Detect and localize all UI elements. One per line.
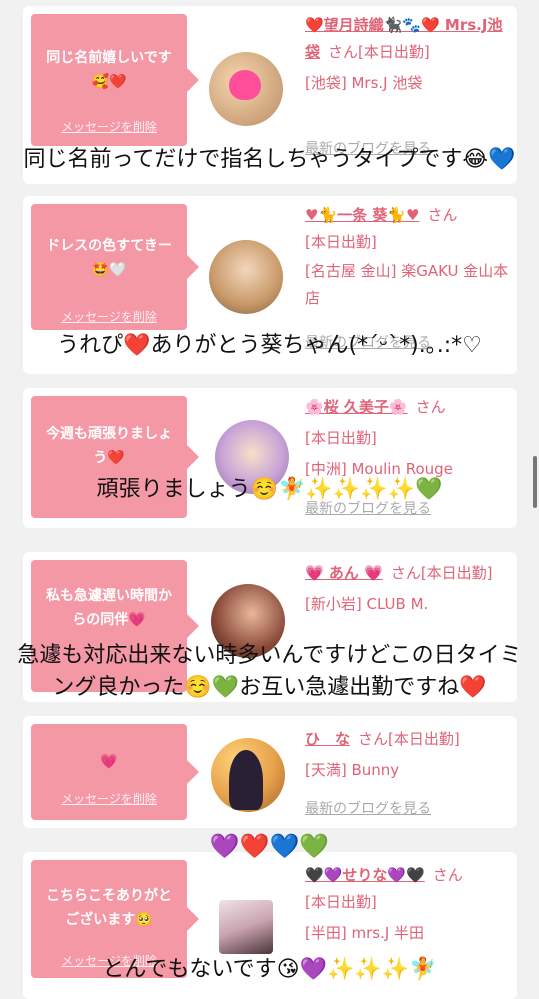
work-status: [本日出勤] [305, 429, 377, 447]
cast-info: 💗 あん 💗 さん[本日出勤] [新小岩] CLUB M. [305, 560, 510, 618]
message-text: 💗 [100, 754, 118, 770]
work-status: [本日出勤] [358, 43, 430, 61]
work-status: [本日出勤] [305, 893, 377, 911]
shop-info: [池袋] Mrs.J 池袋 [305, 74, 423, 92]
delete-message-link[interactable]: メッセージを削除 [31, 118, 187, 135]
overlay-comment: 急遽も対応出来ない時多いんですけどこの日タイミング良かった☺️💚お互い急遽出勤で… [17, 643, 522, 700]
message-bubble: 同じ名前嬉しいです🥰❤️ メッセージを削除 [31, 14, 199, 146]
message-text: 同じ名前嬉しいです🥰❤️ [46, 50, 172, 90]
work-status: [本日出勤] [388, 730, 460, 748]
shop-info: [天満] Bunny [305, 761, 400, 779]
overlay-comment: うれぴ❤️ありがとう葵ちゃん(*ˊᵕˋ*).｡.:*♡ [57, 333, 482, 358]
shop-info: [新小岩] CLUB M. [305, 595, 429, 613]
shop-info: [半田] mrs.J 半田 [305, 924, 425, 942]
latest-blog-link[interactable]: 最新のブログを見る [305, 798, 431, 818]
delete-message-link[interactable]: メッセージを削除 [31, 308, 187, 325]
san-label: さん [427, 206, 458, 224]
message-bubble: 💗 メッセージを削除 [31, 724, 199, 820]
overlay-comment: とんでもないです😘💜✨✨✨🧚 [102, 957, 437, 982]
avatar[interactable] [209, 52, 283, 126]
message-card: 💗 メッセージを削除 ひ なさん[本日出勤] [天満] Bunny 最新のブログ… [23, 716, 517, 828]
heart-icon [229, 70, 261, 100]
avatar[interactable] [211, 738, 285, 812]
message-text: 今週も頑張りましょう❤️ [46, 426, 172, 466]
cast-info: 🖤💜せりな💜🖤 さん [本日出勤] [半田] mrs.J 半田 [305, 862, 510, 947]
san-label: さん [415, 398, 446, 416]
cast-info: ♥🐈一条 葵🐈♥ さん [本日出勤] [名古屋 金山] 楽GAKU 金山本店 [305, 202, 510, 312]
cast-info: ❤️望月詩織🐈‍⬛🐾❤️ Mrs.J池袋 さん[本日出勤] [池袋] Mrs.J … [305, 12, 510, 97]
cast-name-link[interactable]: 🌸桜 久美子🌸 [305, 398, 408, 416]
cast-name-link[interactable]: ひ な [305, 730, 350, 748]
work-status: [本日出勤] [305, 233, 377, 251]
cast-info: ひ なさん[本日出勤] [天満] Bunny [305, 726, 510, 784]
shop-info: [名古屋 金山] 楽GAKU 金山本店 [305, 262, 509, 307]
silhouette-icon [229, 750, 263, 810]
message-text: こちらこそありがとございます🥺 [46, 888, 172, 928]
san-label: さん [390, 564, 421, 582]
message-text: 私も急遽遅い時間からの同伴💗 [46, 588, 172, 628]
avatar[interactable] [219, 900, 273, 954]
message-bubble: ドレスの色すてきー🤩🤍 メッセージを削除 [31, 204, 199, 330]
overlay-comment: 頑張りましょう☺️🧚✨✨✨✨💚 [96, 477, 443, 502]
cast-name-link[interactable]: 🖤💜せりな💜🖤 [305, 866, 425, 884]
san-label: さん [432, 866, 463, 884]
message-card: 今週も頑張りましょう❤️ 🌸桜 久美子🌸 さん [本日出勤] [中洲] Mouli… [23, 388, 517, 528]
message-text: ドレスの色すてきー🤩🤍 [46, 238, 172, 278]
cast-name-link[interactable]: 💗 あん 💗 [305, 564, 383, 582]
avatar[interactable] [209, 240, 283, 314]
san-label: さん [358, 730, 389, 748]
san-label: さん [328, 43, 359, 61]
cast-info: 🌸桜 久美子🌸 さん [本日出勤] [中洲] Moulin Rouge [305, 394, 510, 483]
work-status: [本日出勤] [420, 564, 493, 582]
cast-name-link[interactable]: ♥🐈一条 葵🐈♥ [305, 206, 419, 224]
overlay-hearts: 💜❤️💙💚 [209, 832, 330, 860]
delete-message-link[interactable]: メッセージを削除 [31, 790, 187, 807]
overlay-comment: 同じ名前ってだけで指名しちゃうタイプです😂💙 [23, 147, 516, 172]
